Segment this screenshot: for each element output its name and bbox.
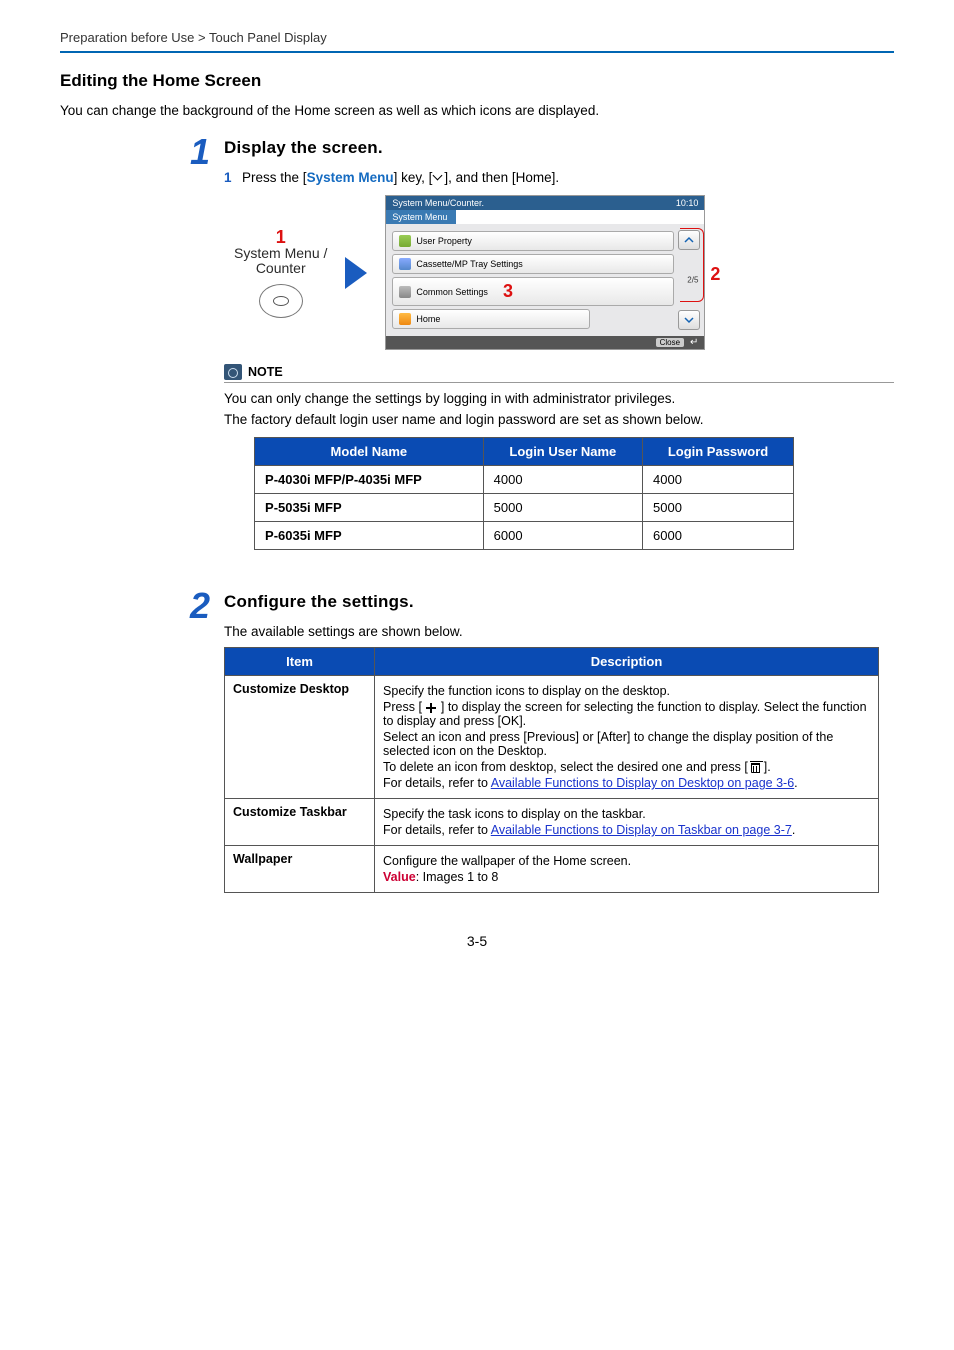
table-row: Customize Desktop Specify the function i… xyxy=(225,676,879,799)
note-label: NOTE xyxy=(248,365,283,379)
screen-tab: System Menu xyxy=(386,210,456,224)
substep-number: 1 xyxy=(224,170,242,185)
system-menu-label: System Menu / Counter xyxy=(234,246,327,277)
step-number-1: 1 xyxy=(60,134,224,560)
value-label: Value xyxy=(383,870,416,884)
scroll-up-button[interactable] xyxy=(678,230,700,250)
step2-title: Configure the settings. xyxy=(224,592,894,612)
settings-table: Item Description Customize Desktop Speci… xyxy=(224,647,879,893)
user-icon xyxy=(399,235,411,247)
system-menu-key[interactable] xyxy=(259,284,303,318)
scroll-down-button[interactable] xyxy=(678,310,700,330)
system-menu-term: System Menu xyxy=(307,170,394,185)
note-line-2: The factory default login user name and … xyxy=(224,412,894,427)
intro-text: You can change the background of the Hom… xyxy=(60,103,894,118)
pager: 2/5 xyxy=(687,276,698,285)
th-model: Model Name xyxy=(255,438,484,466)
table-row: P-4030i MFP/P-4035i MFP 4000 4000 xyxy=(255,466,794,494)
cassette-icon xyxy=(399,258,411,270)
page-number: 3-5 xyxy=(60,933,894,949)
breadcrumb: Preparation before Use > Touch Panel Dis… xyxy=(60,30,894,51)
credentials-table: Model Name Login User Name Login Passwor… xyxy=(254,437,794,550)
th-pass: Login Password xyxy=(643,438,794,466)
table-row: Wallpaper Configure the wallpaper of the… xyxy=(225,846,879,893)
table-row: P-6035i MFP 6000 6000 xyxy=(255,522,794,550)
enter-icon: ↵ xyxy=(690,337,698,348)
heading-rule xyxy=(60,51,894,53)
step2-intro: The available settings are shown below. xyxy=(224,624,894,639)
callout-3: 3 xyxy=(503,281,513,302)
menu-user-property[interactable]: User Property xyxy=(392,231,674,251)
menu-cassette[interactable]: Cassette/MP Tray Settings xyxy=(392,254,674,274)
callout-2: 2 xyxy=(710,264,720,285)
th-item: Item xyxy=(225,648,375,676)
plus-icon xyxy=(425,702,437,714)
step-number-2: 2 xyxy=(60,588,224,893)
touch-screen: System Menu/Counter. 10:10 System Menu 2… xyxy=(385,195,705,350)
common-icon xyxy=(399,286,411,298)
link-desktop-functions[interactable]: Available Functions to Display on Deskto… xyxy=(491,776,794,790)
chevron-down-icon xyxy=(432,174,444,182)
arrow-right-icon xyxy=(345,257,367,289)
diagram: 1 System Menu / Counter System Menu/Coun… xyxy=(224,195,894,350)
hardware-panel: 1 System Menu / Counter xyxy=(234,227,327,319)
note-block: NOTE You can only change the settings by… xyxy=(224,364,894,550)
screen-title: System Menu/Counter. xyxy=(392,198,484,208)
table-row: Customize Taskbar Specify the task icons… xyxy=(225,799,879,846)
trash-icon xyxy=(751,763,760,773)
menu-common-settings[interactable]: Common Settings 3 xyxy=(392,277,674,306)
th-desc: Description xyxy=(375,648,879,676)
note-line-1: You can only change the settings by logg… xyxy=(224,391,894,406)
note-icon xyxy=(224,364,242,380)
link-taskbar-functions[interactable]: Available Functions to Display on Taskba… xyxy=(491,823,792,837)
screen-time: 10:10 xyxy=(676,198,699,208)
home-icon xyxy=(399,313,411,325)
substep-text: Press the [System Menu] key, [], and the… xyxy=(242,170,559,185)
step1-title: Display the screen. xyxy=(224,138,894,158)
table-row: P-5035i MFP 5000 5000 xyxy=(255,494,794,522)
page-title: Editing the Home Screen xyxy=(60,71,894,91)
th-user: Login User Name xyxy=(483,438,642,466)
close-button[interactable]: Close xyxy=(656,338,684,347)
menu-home[interactable]: Home xyxy=(392,309,589,329)
